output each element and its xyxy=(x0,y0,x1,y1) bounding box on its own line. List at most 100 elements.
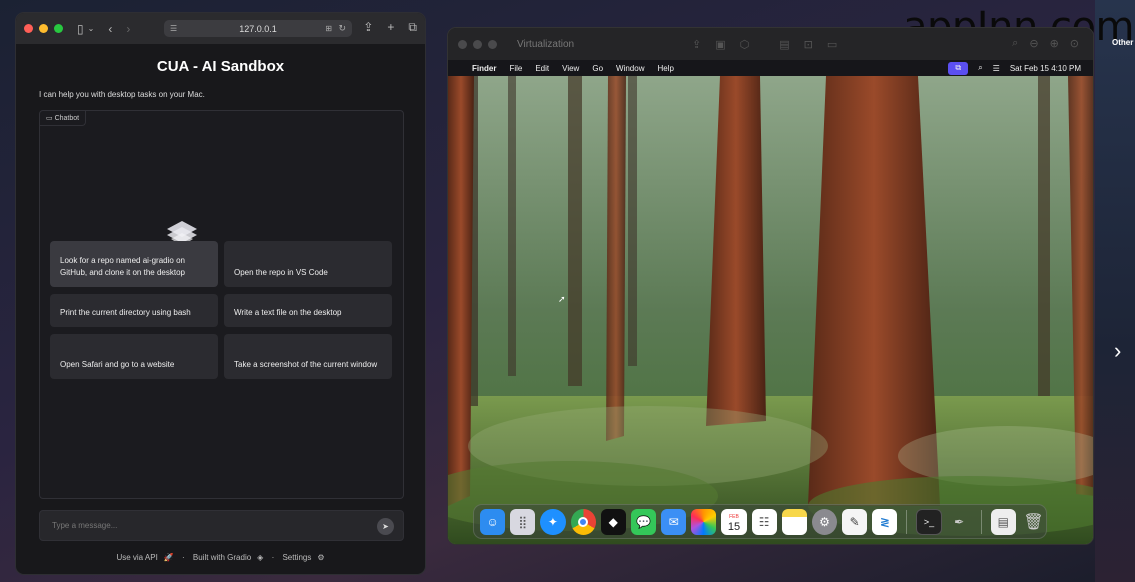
terminal-dock-icon[interactable]: >_ xyxy=(916,508,942,535)
example-prompt-write-file[interactable]: Write a text file on the desktop xyxy=(224,294,392,327)
network-icon[interactable]: ⊡ xyxy=(804,38,813,51)
send-button[interactable]: ➤ xyxy=(377,518,394,535)
menubar-datetime[interactable]: Sat Feb 15 4:10 PM xyxy=(1010,64,1081,73)
forward-icon[interactable]: › xyxy=(126,22,130,36)
dock-separator xyxy=(906,509,908,534)
message-box: ➤ xyxy=(39,510,404,541)
zoom-window-button[interactable] xyxy=(488,39,497,49)
background-strip xyxy=(1095,0,1135,582)
notes-dock-icon[interactable] xyxy=(781,508,807,535)
menu-go[interactable]: Go xyxy=(592,64,603,73)
chat-bubble-icon: ▭ xyxy=(46,115,53,122)
vm-zoom-tools: ⌕ ⊖ ⊕ ⊙ xyxy=(1012,37,1079,50)
page-title: CUA - AI Sandbox xyxy=(156,58,285,75)
document-dock-icon[interactable]: ▤ xyxy=(990,508,1016,535)
example-prompt-open-safari[interactable]: Open Safari and go to a website xyxy=(50,334,218,379)
zoom-in-icon[interactable]: ⊕ xyxy=(1050,37,1059,50)
calendar-dock-icon[interactable]: FEB 15 xyxy=(721,508,747,535)
chevron-right-icon[interactable]: › xyxy=(1114,338,1130,364)
safari-dock-icon[interactable]: ✦ xyxy=(540,508,566,535)
finder-dock-icon[interactable]: ☺ xyxy=(480,508,506,535)
safari-toolbar: ▯ ⌄ ‹ › ☰ 127.0.0.1 ⊞ ↻ ⇪ + ⧉ xyxy=(16,13,425,44)
example-prompts: Look for a repo named ai-gradio on GitHu… xyxy=(50,241,394,379)
menu-finder[interactable]: Finder xyxy=(472,64,496,73)
virtualization-window: Virtualization ⇪ ▣ ⬡ ▤ ⊡ ▭ ⌕ ⊖ ⊕ ⊙ Finde… xyxy=(447,27,1094,545)
example-prompt-screenshot[interactable]: Take a screenshot of the current window xyxy=(224,334,392,379)
system-settings-dock-icon[interactable]: ⚙ xyxy=(811,508,838,535)
textedit-dock-icon[interactable]: ✎ xyxy=(842,508,868,535)
unity-dock-icon[interactable]: ◆ xyxy=(600,508,626,535)
mac-desktop[interactable]: ➚ ☺ ⣿ ✦ ◆ 💬 ✉ FEB 15 ☷ ⚙ ✎ ≷ >_ ✒ ▤ 🗑 xyxy=(448,76,1093,544)
minimize-window-button[interactable] xyxy=(39,24,48,33)
chatbot-label: ▭ Chatbot xyxy=(40,111,87,126)
zoom-window-button[interactable] xyxy=(54,24,63,33)
menu-view[interactable]: View xyxy=(562,64,579,73)
example-prompt-text: Write a text file on the desktop xyxy=(234,308,342,317)
forest-wallpaper xyxy=(448,76,1093,544)
vm-toolbar: ⇪ ▣ ⬡ ▤ ⊡ ▭ xyxy=(692,38,837,51)
chatbot-label-text: Chatbot xyxy=(54,115,80,122)
display-icon[interactable]: ▤ xyxy=(779,38,789,51)
menu-file[interactable]: File xyxy=(509,64,522,73)
example-prompt-text: Open the repo in VS Code xyxy=(234,268,328,277)
zoom-fit-icon[interactable]: ⊙ xyxy=(1070,37,1079,50)
dock-separator xyxy=(980,509,982,534)
chrome-dock-icon[interactable] xyxy=(570,508,596,535)
mail-dock-icon[interactable]: ✉ xyxy=(661,508,687,535)
menu-edit[interactable]: Edit xyxy=(535,64,549,73)
safari-toolbar-right: ⇪ + ⧉ xyxy=(363,20,417,35)
example-prompt-open-vscode[interactable]: Open the repo in VS Code xyxy=(224,241,392,287)
built-with-gradio-link[interactable]: Built with Gradio xyxy=(193,553,251,562)
zoom-out-icon[interactable]: ⊖ xyxy=(1029,37,1038,50)
snapshot-icon[interactable]: ▣ xyxy=(715,38,725,51)
settings-link[interactable]: Settings xyxy=(282,553,311,562)
address-bar[interactable]: ☰ 127.0.0.1 ⊞ ↻ xyxy=(164,20,352,37)
monitor-icon[interactable]: ▭ xyxy=(827,38,837,51)
zoom-icon[interactable]: ⌕ xyxy=(1012,37,1018,50)
vm-window-title: Virtualization xyxy=(517,38,575,50)
back-icon[interactable]: ‹ xyxy=(108,22,112,36)
trash-dock-icon[interactable]: 🗑 xyxy=(1021,509,1046,535)
chevron-down-icon[interactable]: ⌄ xyxy=(88,24,95,33)
vscode-dock-icon[interactable]: ≷ xyxy=(872,508,898,535)
use-via-api-link[interactable]: Use via API xyxy=(116,553,157,562)
new-tab-icon[interactable]: + xyxy=(387,20,394,35)
shield-icon[interactable]: ⬡ xyxy=(740,38,750,51)
example-prompt-text: Look for a repo named ai-gradio on GitHu… xyxy=(60,256,185,277)
rocket-icon: 🚀 xyxy=(163,553,174,562)
example-prompt-text: Take a screenshot of the current window xyxy=(234,360,378,369)
example-prompt-clone-repo[interactable]: Look for a repo named ai-gradio on GitHu… xyxy=(50,241,218,287)
messages-dock-icon[interactable]: 💬 xyxy=(630,508,657,535)
photos-dock-icon[interactable] xyxy=(691,508,717,535)
minimize-window-button[interactable] xyxy=(473,39,482,49)
example-prompt-text: Print the current directory using bash xyxy=(60,308,191,317)
pen-dock-icon[interactable]: ✒ xyxy=(947,509,972,535)
control-center-icon[interactable]: ☰ xyxy=(993,64,1000,73)
launchpad-dock-icon[interactable]: ⣿ xyxy=(510,508,536,535)
screen-share-icon[interactable]: ⧉ xyxy=(948,61,969,75)
site-settings-icon[interactable]: ☰ xyxy=(170,24,177,33)
gear-icon: ⚙ xyxy=(317,553,325,562)
footer-separator: · xyxy=(271,553,275,562)
menu-window[interactable]: Window xyxy=(616,64,644,73)
tab-overview-icon[interactable]: ⧉ xyxy=(408,20,417,35)
share-icon[interactable]: ⇪ xyxy=(692,38,701,51)
footer-separator: · xyxy=(182,553,185,562)
example-prompt-print-directory[interactable]: Print the current directory using bash xyxy=(50,294,218,327)
close-window-button[interactable] xyxy=(458,39,467,49)
calendar-day: 15 xyxy=(727,520,741,533)
other-desktop-label: Other xyxy=(1112,38,1134,47)
reminders-dock-icon[interactable]: ☷ xyxy=(751,508,777,535)
send-icon: ➤ xyxy=(382,522,389,531)
spotlight-icon[interactable]: ⌕ xyxy=(978,63,982,73)
close-window-button[interactable] xyxy=(24,24,33,33)
message-input[interactable] xyxy=(52,521,352,530)
intro-text: I can help you with desktop tasks on you… xyxy=(39,90,205,99)
vm-titlebar: Virtualization ⇪ ▣ ⬡ ▤ ⊡ ▭ ⌕ ⊖ ⊕ ⊙ xyxy=(448,28,1093,60)
sidebar-toggle-icon[interactable]: ▯ xyxy=(77,22,84,36)
menu-help[interactable]: Help xyxy=(657,64,673,73)
footer: Use via API 🚀 · Built with Gradio ◈ · Sett… xyxy=(16,553,425,562)
translate-icon[interactable]: ⊞ xyxy=(325,24,332,33)
reload-icon[interactable]: ↻ xyxy=(338,23,346,34)
share-icon[interactable]: ⇪ xyxy=(363,20,373,35)
